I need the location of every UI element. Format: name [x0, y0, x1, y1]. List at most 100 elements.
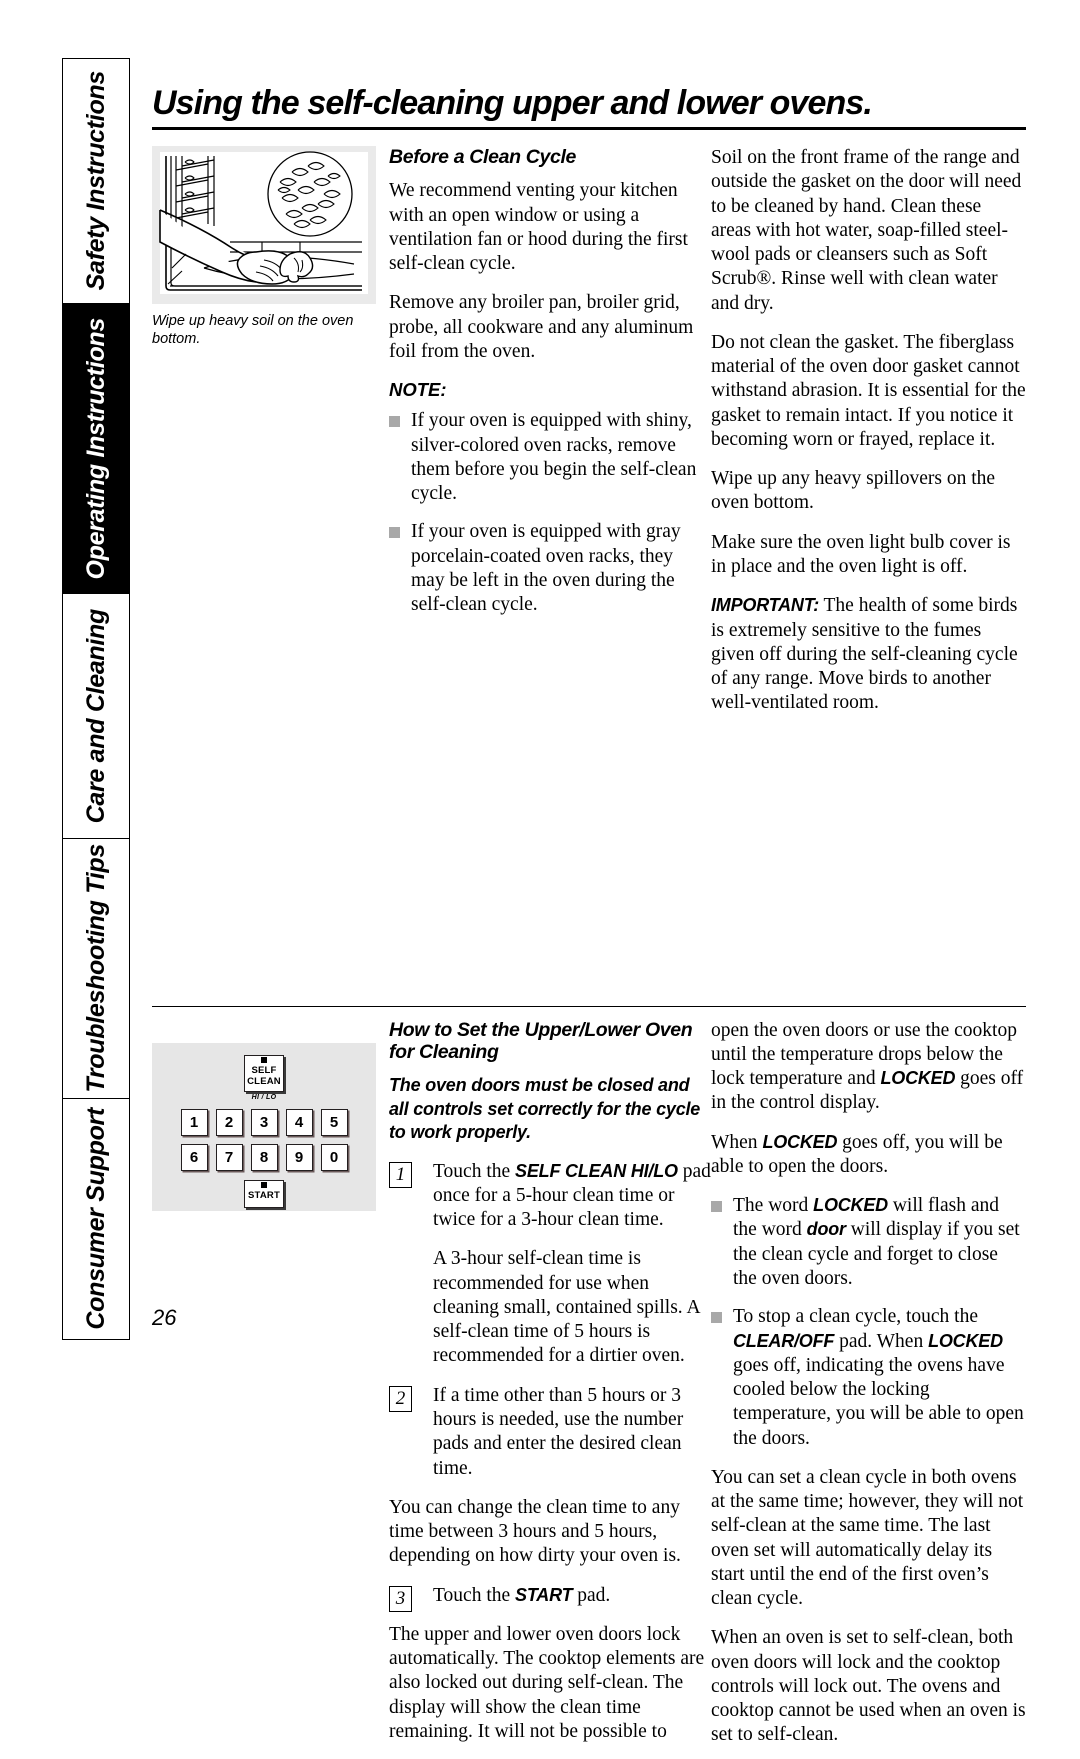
self-clean-hi-lo-emphasis: SELF CLEAN HI/LO: [515, 1160, 678, 1181]
step-2: 2 If a time other than 5 hours or 3 hour…: [389, 1384, 711, 1481]
number-pad-6[interactable]: 6: [180, 1144, 208, 1172]
list-item: If your oven is equipped with shiny, sil…: [389, 409, 711, 506]
number-pad-2[interactable]: 2: [215, 1109, 243, 1137]
how-to-set-right-text: open the oven doors or use the cooktop u…: [711, 1019, 1026, 1759]
figure-column: Wipe up heavy soil on the oven bottom.: [152, 146, 389, 716]
step-text: Touch the START pad.: [433, 1584, 711, 1608]
locked-emphasis: LOCKED: [762, 1131, 838, 1152]
start-pad[interactable]: START: [244, 1180, 284, 1209]
text-pre: To stop a clean cycle, touch the: [733, 1306, 978, 1328]
sidebar-tab-strip: Safety Instructions Operating Instructio…: [62, 58, 130, 1340]
step-text: Touch the SELF CLEAN HI/LO pad once for …: [433, 1160, 711, 1233]
step-text: If a time other than 5 hours or 3 hours …: [433, 1384, 684, 1479]
step-number: 3: [389, 1585, 412, 1612]
self-clean-hi-lo-pad[interactable]: SELF CLEAN: [244, 1054, 284, 1093]
text-pre: When: [711, 1131, 763, 1153]
number-pad-7[interactable]: 7: [215, 1144, 243, 1172]
number-pad-3[interactable]: 3: [250, 1109, 278, 1137]
self-clean-hi-lo-sublabel: HI / LO: [251, 1094, 277, 1102]
number-pad-5[interactable]: 5: [320, 1109, 348, 1137]
text-pre: The word: [733, 1195, 814, 1217]
self-clean-label-line2: CLEAN: [247, 1075, 281, 1087]
note-list: If your oven is equipped with shiny, sil…: [389, 409, 711, 617]
paragraph: Do not clean the gasket. The fiberglass …: [711, 331, 1026, 450]
sidebar-item-care-and-cleaning[interactable]: Care and Cleaning: [62, 593, 130, 838]
paragraph: We recommend venting your kitchen with a…: [389, 180, 688, 275]
step-3-followup: The upper and lower oven doors lock auto…: [389, 1623, 711, 1744]
square-bullet-icon: [389, 527, 400, 539]
step-1: 1 Touch the SELF CLEAN HI/LO pad once fo…: [389, 1160, 711, 1233]
list-item: The word LOCKED will flash and the word …: [711, 1194, 1026, 1291]
note-label: NOTE:: [389, 379, 447, 401]
keypad-column: SELF CLEAN HI / LO 1 2 3 4 5 6 7 8 9 0 S…: [152, 1019, 389, 1759]
number-pad-8[interactable]: 8: [250, 1144, 278, 1172]
paragraph: The upper and lower oven doors lock auto…: [389, 1623, 705, 1742]
clear-off-emphasis: CLEAR/OFF: [733, 1330, 835, 1351]
list-item-text: If your oven is equipped with gray porce…: [411, 521, 681, 616]
paragraph: Remove any broiler pan, broiler grid, pr…: [389, 292, 694, 363]
important-label: IMPORTANT:: [711, 595, 819, 616]
number-pad-1[interactable]: 1: [180, 1109, 208, 1137]
number-pad-9[interactable]: 9: [285, 1144, 313, 1172]
door-emphasis: door: [806, 1219, 846, 1240]
indicator-dot-icon: [261, 1182, 267, 1189]
self-clean-label-line1: SELF: [251, 1064, 277, 1076]
oven-control-keypad: SELF CLEAN HI / LO 1 2 3 4 5 6 7 8 9 0 S…: [152, 1042, 376, 1211]
locked-emphasis: LOCKED: [880, 1068, 956, 1089]
step-text-pre: Touch the: [433, 1160, 516, 1182]
page-title: Using the self-cleaning upper and lower …: [152, 84, 873, 122]
square-bullet-icon: [711, 1312, 722, 1324]
paragraph: When an oven is set to self-clean, both …: [711, 1627, 1026, 1746]
step-2-followup: You can change the clean time to any tim…: [389, 1496, 711, 1569]
section-divider: [152, 1005, 1026, 1007]
sidebar-item-label: Care and Cleaning: [81, 608, 110, 824]
step-number: 1: [389, 1161, 412, 1188]
section-heading-how-to-set: How to Set the Upper/Lower Oven for Clea…: [389, 1018, 693, 1063]
before-clean-cycle-section: Wipe up heavy soil on the oven bottom. B…: [152, 146, 1026, 716]
paragraph: A 3-hour self-clean time is recommended …: [433, 1248, 700, 1367]
how-to-set-steps: How to Set the Upper/Lower Oven for Clea…: [389, 1019, 711, 1759]
step-1-followup: A 3-hour self-clean time is recommended …: [389, 1247, 711, 1368]
sidebar-item-safety-instructions[interactable]: Safety Instructions: [62, 58, 130, 303]
keypad-row-1: 1 2 3 4 5: [180, 1109, 348, 1137]
sidebar-item-label: Troubleshooting Tips: [81, 844, 110, 1093]
paragraph: When LOCKED goes off, you will be able t…: [711, 1131, 1026, 1180]
text-post: goes off, indicating the ovens have cool…: [733, 1354, 1024, 1449]
sidebar-item-label: Safety Instructions: [81, 71, 110, 291]
sidebar-item-consumer-support[interactable]: Consumer Support: [62, 1098, 130, 1340]
step-number: 2: [389, 1385, 412, 1412]
list-item: If your oven is equipped with gray porce…: [389, 520, 711, 617]
sidebar-item-label: Operating Instructions: [81, 317, 110, 580]
section-intro: The oven doors must be closed and all co…: [389, 1075, 701, 1143]
how-to-set-section: SELF CLEAN HI / LO 1 2 3 4 5 6 7 8 9 0 S…: [152, 1019, 1026, 1759]
step-text-pre: Touch the: [433, 1584, 516, 1606]
start-label: START: [248, 1190, 280, 1202]
number-pad-4[interactable]: 4: [285, 1109, 313, 1137]
sidebar-item-troubleshooting-tips[interactable]: Troubleshooting Tips: [62, 838, 130, 1098]
text-mid: pad. When: [834, 1330, 929, 1352]
sidebar-item-label: Consumer Support: [81, 1108, 110, 1330]
paragraph: Make sure the oven light bulb cover is i…: [711, 531, 1011, 577]
keypad-row-2: 6 7 8 9 0: [180, 1144, 348, 1172]
step-text-post: pad.: [572, 1584, 611, 1606]
before-clean-right-text: Soil on the front frame of the range and…: [711, 146, 1026, 716]
step-3: 3 Touch the START pad.: [389, 1584, 711, 1612]
indicator-dot-icon: [261, 1056, 267, 1063]
oven-bottom-wipe-illustration: [152, 146, 376, 304]
important-paragraph: IMPORTANT: The health of some birds is e…: [711, 594, 1026, 715]
before-clean-left-text: Before a Clean Cycle We recommend ventin…: [389, 146, 711, 716]
start-emphasis: START: [515, 1584, 573, 1605]
paragraph: You can set a clean cycle in both ovens …: [711, 1466, 1024, 1610]
paragraph: Wipe up any heavy spillovers on the oven…: [711, 468, 996, 514]
title-divider: [152, 127, 1026, 130]
oven-illustration-svg: [152, 146, 376, 304]
number-pad-0[interactable]: 0: [320, 1144, 348, 1172]
paragraph: open the oven doors or use the cooktop u…: [711, 1019, 1026, 1116]
square-bullet-icon: [389, 416, 400, 428]
paragraph: Soil on the front frame of the range and…: [711, 147, 1022, 314]
square-bullet-icon: [711, 1201, 722, 1213]
locked-emphasis: LOCKED: [928, 1330, 1003, 1351]
page-number: 26: [152, 1305, 177, 1330]
figure-caption: Wipe up heavy soil on the oven bottom.: [152, 313, 354, 348]
sidebar-item-operating-instructions[interactable]: Operating Instructions: [62, 303, 130, 593]
